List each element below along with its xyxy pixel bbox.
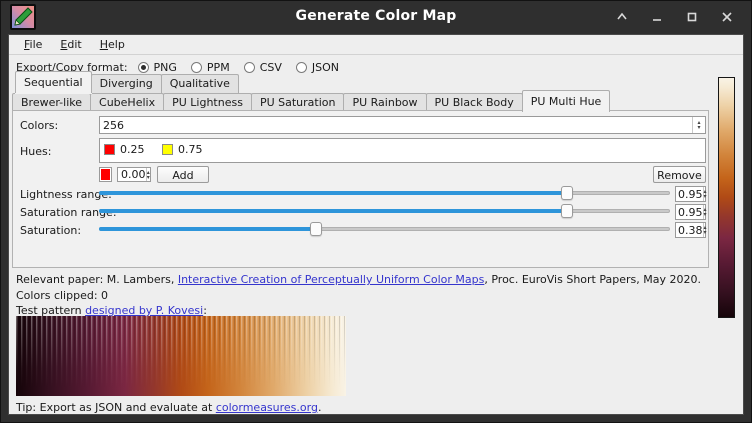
radio-ppm[interactable]: PPM	[191, 61, 230, 74]
tab-qualitative[interactable]: Qualitative	[161, 74, 239, 93]
radio-png[interactable]: PNG	[138, 61, 177, 74]
tip-prefix: Tip: Export as JSON and evaluate at	[16, 401, 216, 414]
lightness-range-slider[interactable]	[99, 186, 670, 200]
spinner-arrows-icon[interactable]: ▴▾	[703, 205, 707, 219]
app-window: Generate Color Map File Edit Help Exp	[0, 0, 752, 423]
colormap-preview-bar	[718, 77, 735, 318]
spinner-arrows-icon[interactable]: ▴▾	[146, 168, 151, 181]
lightness-range-spinbox[interactable]: 0.95 ▴▾	[675, 186, 706, 202]
spinner-arrows-icon[interactable]: ▴▾	[703, 223, 707, 237]
test-pattern-image	[16, 316, 346, 396]
slider-handle[interactable]	[561, 186, 573, 200]
saturation-range-value: 0.95	[676, 206, 703, 219]
colors-spinbox[interactable]: 256 ▴▾	[99, 116, 706, 134]
saturation-range-slider[interactable]	[99, 204, 670, 218]
radio-json-label: JSON	[312, 61, 339, 74]
chevron-up-icon	[615, 10, 629, 24]
paper-line: Relevant paper: M. Lambers, Interactive …	[16, 273, 701, 286]
tip-line: Tip: Export as JSON and evaluate at colo…	[16, 401, 321, 414]
new-hue-color-swatch	[101, 169, 110, 180]
radio-ppm-label: PPM	[207, 61, 230, 74]
hue-list-item[interactable]: 0.75	[162, 143, 203, 156]
titlebar[interactable]: Generate Color Map	[1, 1, 751, 34]
paper-link[interactable]: Interactive Creation of Perceptually Uni…	[178, 273, 485, 286]
radio-json-icon[interactable]	[296, 62, 307, 73]
window-content: File Edit Help Export/Copy format: PNG P…	[8, 34, 744, 415]
radio-ppm-icon[interactable]	[191, 62, 202, 73]
menu-file[interactable]: File	[16, 36, 50, 53]
saturation-label: Saturation:	[20, 224, 81, 237]
saturation-slider[interactable]	[99, 222, 670, 236]
spinner-arrows-icon[interactable]: ▴▾	[703, 187, 707, 201]
radio-png-label: PNG	[154, 61, 177, 74]
slider-fill	[99, 209, 567, 213]
menubar: File Edit Help	[9, 35, 743, 55]
new-hue-value: 0.00	[118, 168, 146, 181]
slider-fill	[99, 191, 567, 195]
minimize-button[interactable]	[647, 7, 667, 27]
new-hue-color-button[interactable]	[99, 167, 112, 182]
colors-clipped-line: Colors clipped: 0	[16, 289, 108, 302]
radio-csv-icon[interactable]	[244, 62, 255, 73]
hues-list[interactable]: 0.25 0.75	[99, 138, 706, 163]
new-hue-spinbox[interactable]: 0.00 ▴▾	[117, 167, 151, 182]
tab-sequential[interactable]: Sequential	[15, 71, 92, 93]
maximize-button[interactable]	[682, 7, 702, 27]
hue-value: 0.25	[120, 143, 145, 156]
radio-json[interactable]: JSON	[296, 61, 339, 74]
close-button[interactable]	[717, 7, 737, 27]
menu-edit[interactable]: Edit	[52, 36, 89, 53]
radio-png-icon[interactable]	[138, 62, 149, 73]
lightness-range-value: 0.95	[676, 188, 703, 201]
minimize-icon	[650, 10, 664, 24]
slider-handle[interactable]	[561, 204, 573, 218]
paper-suffix: , Proc. EuroVis Short Papers, May 2020.	[484, 273, 701, 286]
hue-list-item[interactable]: 0.25	[104, 143, 145, 156]
colors-value: 256	[100, 119, 692, 132]
hue-color-swatch	[162, 144, 173, 155]
tab-pu-multi-hue[interactable]: PU Multi Hue	[522, 90, 611, 112]
radio-csv-label: CSV	[260, 61, 282, 74]
hue-value: 0.75	[178, 143, 203, 156]
colors-label: Colors:	[20, 119, 58, 132]
hue-color-swatch	[104, 144, 115, 155]
radio-csv[interactable]: CSV	[244, 61, 282, 74]
saturation-range-spinbox[interactable]: 0.95 ▴▾	[675, 204, 706, 220]
main-tabbar: Sequential Diverging Qualitative	[15, 74, 238, 93]
add-hue-button[interactable]: Add	[157, 166, 209, 183]
close-icon	[720, 10, 734, 24]
slider-fill	[99, 227, 316, 231]
tip-link[interactable]: colormeasures.org	[216, 401, 318, 414]
saturation-value: 0.38	[676, 224, 703, 237]
paper-prefix: Relevant paper: M. Lambers,	[16, 273, 178, 286]
spinner-arrows-icon[interactable]: ▴▾	[692, 117, 705, 133]
pu-multi-hue-pane: Colors: 256 ▴▾ Hues: 0.25 0.75	[12, 110, 709, 268]
maximize-icon	[685, 10, 699, 24]
slider-handle[interactable]	[310, 222, 322, 236]
test-pattern-stripes	[16, 316, 346, 396]
shade-button[interactable]	[612, 7, 632, 27]
menu-help[interactable]: Help	[92, 36, 133, 53]
hues-label: Hues:	[20, 145, 51, 158]
tab-diverging[interactable]: Diverging	[91, 74, 162, 93]
remove-hue-button[interactable]: Remove	[653, 166, 706, 183]
saturation-spinbox[interactable]: 0.38 ▴▾	[675, 222, 706, 238]
tip-suffix: .	[318, 401, 322, 414]
